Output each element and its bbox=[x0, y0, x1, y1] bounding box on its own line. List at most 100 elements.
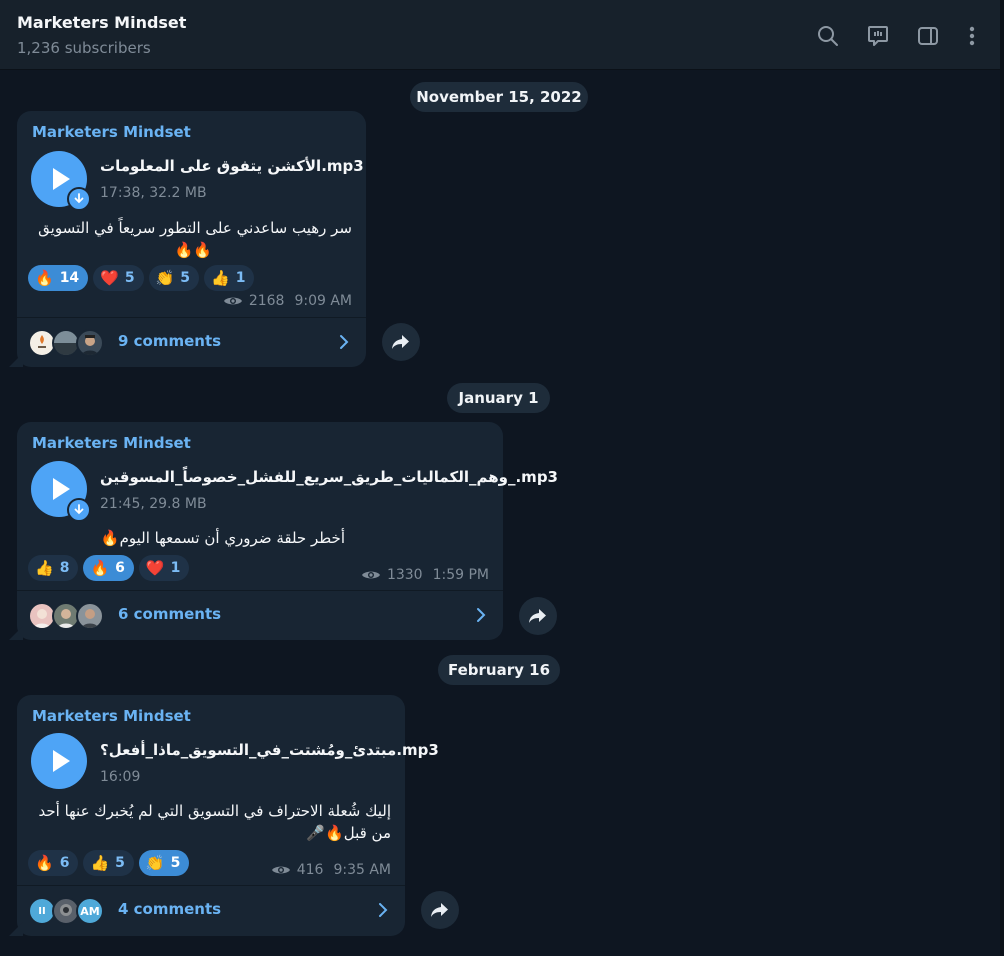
channel-post: Marketers Mindset وهم_الكماليات_طريق_سري… bbox=[9, 422, 558, 641]
play-button[interactable] bbox=[31, 733, 87, 789]
reaction-heart[interactable]: ❤️ 1 bbox=[138, 555, 190, 581]
download-icon[interactable] bbox=[67, 498, 91, 522]
chevron-right-icon bbox=[477, 608, 486, 622]
comments-count: 9 comments bbox=[118, 332, 222, 350]
reaction-clap[interactable]: 👏 5 bbox=[148, 265, 200, 291]
caption-line: من قبل🔥🎤 bbox=[306, 824, 391, 842]
subscriber-count: 1,236 subscribers bbox=[17, 39, 151, 57]
post-caption: أخطر حلقة ضروري أن تسمعها اليوم🔥 bbox=[45, 527, 345, 549]
comments-button[interactable]: 6 comments bbox=[17, 591, 503, 641]
sidebar-toggle-icon[interactable] bbox=[914, 22, 942, 50]
reaction-emoji: 👏 bbox=[145, 853, 165, 872]
post-time: 9:09 AM bbox=[294, 293, 352, 309]
reactions-bar: 🔥 14 ❤️ 5 👏 5 👍 1 bbox=[28, 265, 255, 291]
comments-count: 6 comments bbox=[118, 605, 222, 623]
reaction-count: 5 bbox=[115, 855, 125, 871]
avatar bbox=[76, 602, 104, 630]
audio-file-meta: 21:45, 29.8 MB bbox=[100, 496, 207, 512]
reaction-count: 6 bbox=[115, 560, 125, 576]
audio-file-meta: 17:38, 32.2 MB bbox=[100, 185, 207, 201]
reactions-bar: 👍 8 🔥 6 ❤️ 1 bbox=[28, 555, 190, 581]
reaction-count: 1 bbox=[235, 270, 246, 286]
post-caption: سر رهيب ساعدني على التطور سريعاً في التس… bbox=[32, 217, 352, 261]
comments-count: 4 comments bbox=[118, 900, 222, 918]
post-meta: 2168 9:09 AM bbox=[223, 293, 352, 309]
chat-header: Marketers Mindset 1,236 subscribers bbox=[0, 0, 1004, 70]
share-button[interactable] bbox=[421, 891, 459, 929]
caption-line: 🔥🔥 bbox=[174, 241, 212, 259]
post-time: 9:35 AM bbox=[333, 862, 391, 878]
play-icon bbox=[53, 168, 70, 190]
view-count: 416 bbox=[296, 862, 324, 878]
share-button[interactable] bbox=[519, 597, 557, 635]
date-separator: January 1 bbox=[447, 383, 550, 413]
chevron-right-icon bbox=[340, 335, 349, 349]
reaction-count: 6 bbox=[59, 855, 70, 871]
avatar bbox=[76, 329, 104, 357]
caption-line: إليك شُعلة الاحتراف في التسويق التي لم ي… bbox=[38, 802, 391, 820]
audio-file-name: وهم_الكماليات_طريق_سريع_للفشل_خصوصاً_الم… bbox=[100, 468, 558, 486]
channel-post: Marketers Mindset الأكشن يتفوق على المعل… bbox=[9, 111, 366, 368]
reaction-emoji: 🔥 bbox=[90, 558, 110, 577]
share-button[interactable] bbox=[382, 323, 420, 361]
reaction-count: 5 bbox=[124, 270, 135, 286]
reaction-emoji: 👍 bbox=[35, 558, 54, 577]
reaction-emoji: ❤️ bbox=[100, 268, 119, 287]
chevron-right-icon bbox=[379, 903, 388, 917]
more-options-icon[interactable] bbox=[958, 22, 986, 50]
reaction-fire[interactable]: 🔥 6 bbox=[28, 850, 79, 876]
share-icon bbox=[431, 903, 448, 917]
eye-icon bbox=[271, 866, 290, 874]
reaction-count: 14 bbox=[59, 270, 80, 286]
reaction-emoji: 👍 bbox=[211, 268, 230, 287]
discussion-icon[interactable] bbox=[864, 22, 892, 50]
play-icon bbox=[53, 750, 70, 772]
audio-file-name: مبتدئ_ومُشتت_في_التسويق_ماذا_أفعل؟.mp3 bbox=[100, 741, 439, 759]
reaction-count: 1 bbox=[170, 560, 181, 576]
date-separator: February 16 bbox=[438, 655, 560, 685]
share-icon bbox=[529, 609, 546, 623]
date-separator: November 15, 2022 bbox=[410, 82, 588, 112]
reaction-thumbs-up[interactable]: 👍 1 bbox=[204, 265, 255, 291]
channel-title[interactable]: Marketers Mindset bbox=[17, 13, 186, 32]
reaction-fire[interactable]: 🔥 14 bbox=[28, 265, 89, 291]
reaction-heart[interactable]: ❤️ 5 bbox=[93, 265, 144, 291]
scrollbar-track[interactable] bbox=[1000, 0, 1004, 956]
reaction-emoji: 👏 bbox=[155, 268, 175, 287]
reaction-emoji: ❤️ bbox=[145, 558, 165, 577]
post-author[interactable]: Marketers Mindset bbox=[32, 434, 191, 452]
audio-file-name: الأكشن يتفوق على المعلومات.mp3 bbox=[100, 157, 364, 175]
view-count: 1330 bbox=[386, 567, 423, 583]
reaction-emoji: 👍 bbox=[90, 853, 110, 872]
eye-icon bbox=[223, 297, 242, 305]
post-time: 1:59 PM bbox=[432, 567, 489, 583]
caption-line: أخطر حلقة ضروري أن تسمعها اليوم🔥 bbox=[100, 529, 345, 547]
audio-file-meta: 16:09 bbox=[100, 769, 141, 785]
post-meta: 416 9:35 AM bbox=[271, 862, 391, 878]
reaction-fire[interactable]: 🔥 6 bbox=[83, 555, 134, 581]
reaction-clap[interactable]: 👏 5 bbox=[138, 850, 190, 876]
post-caption: إليك شُعلة الاحتراف في التسويق التي لم ي… bbox=[31, 800, 391, 844]
post-author[interactable]: Marketers Mindset bbox=[32, 123, 191, 141]
post-meta: 1330 1:59 PM bbox=[361, 567, 489, 583]
reaction-thumbs-up[interactable]: 👍 8 bbox=[28, 555, 79, 581]
post-author[interactable]: Marketers Mindset bbox=[32, 707, 191, 725]
view-count: 2168 bbox=[248, 293, 285, 309]
reaction-count: 8 bbox=[59, 560, 70, 576]
reaction-thumbs-up[interactable]: 👍 5 bbox=[83, 850, 134, 876]
share-icon bbox=[392, 335, 409, 349]
reaction-emoji: 🔥 bbox=[35, 853, 54, 872]
eye-icon bbox=[361, 571, 380, 579]
channel-post: Marketers Mindset مبتدئ_ومُشتت_في_التسوي… bbox=[9, 695, 439, 936]
comments-button[interactable]: 9 comments bbox=[17, 318, 366, 368]
reaction-emoji: 🔥 bbox=[35, 268, 54, 287]
comments-button[interactable]: II AM 4 comments bbox=[17, 886, 405, 936]
download-icon[interactable] bbox=[67, 187, 91, 211]
search-icon[interactable] bbox=[814, 22, 842, 50]
avatar: AM bbox=[76, 897, 104, 925]
reaction-count: 5 bbox=[180, 270, 191, 286]
caption-line: سر رهيب ساعدني على التطور سريعاً في التس… bbox=[38, 219, 352, 237]
reactions-bar: 🔥 6 👍 5 👏 5 bbox=[28, 850, 190, 876]
reaction-count: 5 bbox=[170, 855, 181, 871]
play-icon bbox=[53, 478, 70, 500]
